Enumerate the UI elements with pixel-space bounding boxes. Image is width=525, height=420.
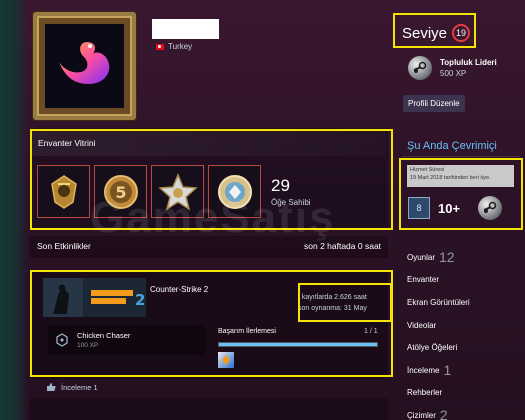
- badge-title: Topluluk Lideri: [440, 58, 497, 67]
- showcase-title: Envanter Vitrini: [38, 138, 96, 148]
- counter-strike-capsule: 2: [43, 278, 146, 317]
- nav-label: Ekran Görüntüleri: [407, 297, 470, 307]
- nav-label: Oyunlar: [407, 252, 436, 262]
- achievement-progress-label[interactable]: Başarım İlerlemesi: [218, 328, 276, 335]
- tooltip-title: Hizmet Süresi: [410, 167, 445, 173]
- level-badge[interactable]: 19: [452, 24, 471, 42]
- online-status-title: Şu Anda Çevrimiçi: [407, 140, 497, 152]
- profile-name-redacted: [152, 19, 219, 39]
- nav-games[interactable]: Oyunlar 12: [407, 246, 517, 269]
- recent-activity-title[interactable]: Son Etkinlikler: [37, 241, 91, 251]
- profile-country: Turkey: [156, 42, 192, 51]
- steam-badge-icon: [408, 56, 432, 80]
- achievement-progress-count: 1 / 1: [364, 328, 378, 335]
- last-played: son oynanma: 31 May: [298, 305, 367, 312]
- svg-text:2: 2: [135, 291, 145, 309]
- nav-workshop[interactable]: Atölye Öğeleri: [407, 336, 517, 359]
- nav-label: Rehberler: [407, 388, 443, 398]
- nav-reviews[interactable]: İnceleme 1: [407, 359, 517, 382]
- featured-badge[interactable]: Topluluk Lideri 500 XP: [408, 56, 497, 80]
- achievement-name: Chicken Chaser: [77, 331, 131, 340]
- tooltip-text: 19 Mart 2018 tarihinden beri üye.: [410, 174, 491, 181]
- nav-count: 2: [439, 407, 448, 420]
- nav-artwork[interactable]: Çizimler 2: [407, 404, 517, 420]
- community-badge-icon[interactable]: [478, 196, 502, 220]
- game-collector-badge[interactable]: 8: [408, 197, 430, 219]
- achievement-progress-fill: [219, 343, 377, 346]
- level-display: Seviye 19: [402, 24, 471, 42]
- edit-profile-button[interactable]: Profili Düzenle: [403, 95, 465, 112]
- nav-label: Atölye Öğeleri: [407, 343, 458, 353]
- left-background-strip: [0, 0, 28, 420]
- recent-activity-hours: son 2 haftada 0 saat: [304, 241, 382, 251]
- nav-label: İnceleme: [407, 365, 440, 375]
- showcase-slot-1[interactable]: [37, 165, 90, 218]
- achievement-box[interactable]: Chicken Chaser 100 XP: [48, 325, 206, 355]
- csgo-pin-icon: [50, 174, 77, 209]
- activity-review-row[interactable]: İnceleme 1: [46, 382, 98, 392]
- nav-guides[interactable]: Rehberler: [407, 382, 517, 405]
- nav-label: Çizimler: [407, 410, 436, 420]
- level-label: Seviye: [402, 24, 448, 42]
- nav-videos[interactable]: Videolar: [407, 314, 517, 337]
- turkey-flag-icon: [156, 43, 164, 50]
- years-badge[interactable]: 10+: [438, 197, 470, 219]
- unlocked-achievement-icon[interactable]: [218, 352, 234, 368]
- nav-screenshots[interactable]: Ekran Görüntüleri: [407, 291, 517, 314]
- online-separator: [402, 156, 520, 157]
- nav-inventory[interactable]: Envanter: [407, 269, 517, 292]
- country-label: Turkey: [168, 42, 193, 51]
- profile-nav: Oyunlar 12 Envanter Ekran Görüntüleri Vid…: [407, 246, 517, 420]
- nav-label: Videolar: [407, 320, 437, 330]
- profile-avatar[interactable]: [33, 12, 136, 120]
- game-capsule-image[interactable]: 2: [43, 278, 146, 317]
- years-of-service-tooltip: Hizmet Süresi 19 Mart 2018 tarihinden be…: [407, 165, 514, 187]
- next-activity-block: [30, 398, 388, 420]
- game-name-link[interactable]: Counter-Strike 2: [150, 285, 208, 294]
- nav-label: Envanter: [407, 275, 440, 285]
- nav-count: 12: [439, 249, 455, 266]
- badge-xp: 500 XP: [440, 69, 467, 78]
- game-stats: kayıtlarda 2.626 saat son oynanma: 31 Ma…: [298, 292, 367, 314]
- swan-logo-icon: [59, 42, 110, 84]
- thumbs-up-icon: [47, 383, 56, 391]
- nav-count: 1: [443, 362, 452, 379]
- achievement-icon: [56, 333, 68, 347]
- achievement-xp: 100 XP: [77, 342, 99, 349]
- hours-on-record: kayıtlarda 2.626 saat: [301, 294, 367, 301]
- achievement-progress-bar: [218, 342, 378, 347]
- online-badges: 8 10+: [408, 196, 502, 220]
- review-row-label: İnceleme 1: [61, 382, 98, 392]
